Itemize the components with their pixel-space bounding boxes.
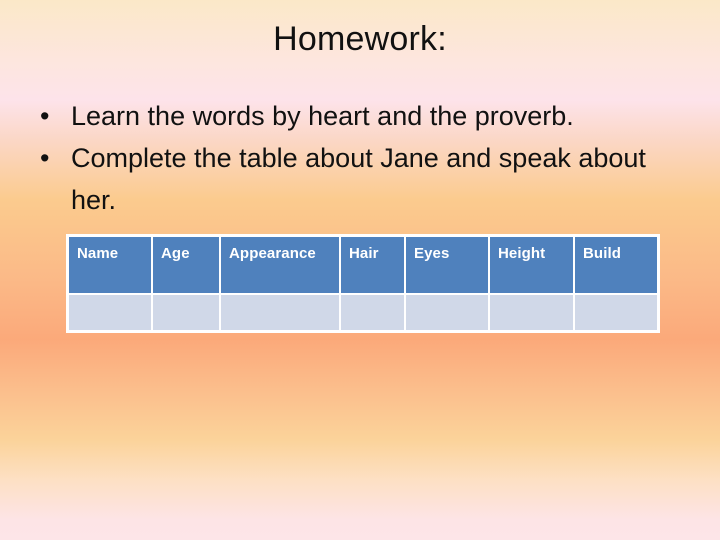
table-header-row: Name Age Appearance Hair Eyes Height Bui… bbox=[66, 234, 660, 295]
header-cell-build: Build bbox=[573, 234, 660, 295]
table-cell bbox=[488, 292, 575, 332]
header-cell-name: Name bbox=[66, 234, 153, 295]
header-label: Age bbox=[161, 245, 190, 262]
table-cell bbox=[151, 292, 221, 332]
table-cell bbox=[66, 292, 153, 332]
bullet-marker: • bbox=[40, 143, 50, 173]
header-label: Name bbox=[77, 245, 119, 262]
bullet-text: Complete the table about Jane and speak … bbox=[71, 143, 646, 215]
slide-title: Homework: bbox=[273, 20, 447, 58]
bullet-marker: • bbox=[40, 101, 50, 131]
table-cell bbox=[573, 292, 660, 332]
bullet-list: • Learn the words by heart and the prove… bbox=[40, 95, 680, 221]
header-cell-appearance: Appearance bbox=[219, 234, 341, 295]
header-cell-height: Height bbox=[488, 234, 575, 295]
header-label: Build bbox=[583, 245, 621, 262]
header-cell-age: Age bbox=[151, 234, 221, 295]
table-cell bbox=[404, 292, 490, 332]
table-row bbox=[66, 292, 660, 332]
header-cell-eyes: Eyes bbox=[404, 234, 490, 295]
table-cell bbox=[339, 292, 406, 332]
bullet-item: • Complete the table about Jane and spea… bbox=[40, 137, 680, 221]
header-cell-hair: Hair bbox=[339, 234, 406, 295]
bullet-text: Learn the words by heart and the proverb… bbox=[71, 101, 574, 131]
header-label: Height bbox=[498, 245, 546, 262]
header-label: Eyes bbox=[414, 245, 450, 262]
header-label: Hair bbox=[349, 245, 379, 262]
table-cell bbox=[219, 292, 341, 332]
homework-table: Name Age Appearance Hair Eyes Height Bui… bbox=[66, 234, 660, 333]
bullet-item: • Learn the words by heart and the prove… bbox=[40, 95, 680, 137]
header-label: Appearance bbox=[229, 245, 316, 262]
